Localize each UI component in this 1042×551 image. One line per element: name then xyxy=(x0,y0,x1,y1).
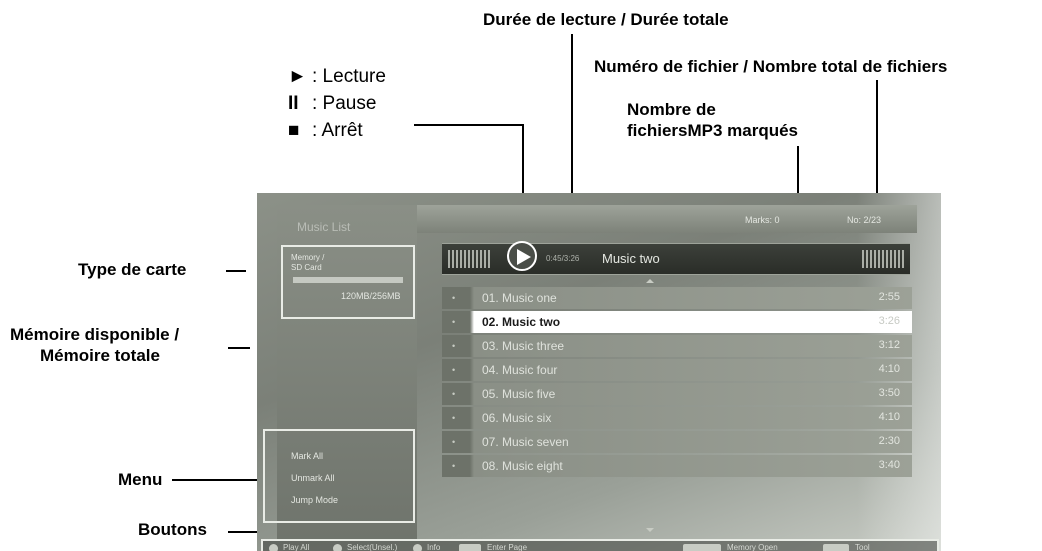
memory-button-icon[interactable] xyxy=(683,544,721,551)
menu-item-unmark-all[interactable]: Unmark All xyxy=(291,473,335,483)
track-row[interactable]: • 01. Music one 2:55 xyxy=(442,287,912,309)
legend-play: ►: Lecture xyxy=(288,66,386,88)
play-icon[interactable] xyxy=(507,241,537,271)
marks-count: Marks: 0 xyxy=(745,215,780,225)
tool-label: Tool xyxy=(855,543,870,551)
callout-marked-files-line1: Nombre de xyxy=(627,100,716,119)
callout-menu: Menu xyxy=(118,470,163,489)
stop-icon: ■ xyxy=(288,120,300,141)
menu-item-jump-mode[interactable]: Jump Mode xyxy=(291,495,338,505)
track-marker-icon: • xyxy=(452,413,456,423)
track-marker-icon: • xyxy=(452,437,456,447)
play-icon: ► xyxy=(288,66,307,87)
legend-pause: II : Pause xyxy=(288,93,376,115)
scroll-up-icon[interactable] xyxy=(646,279,654,283)
leader-file-number xyxy=(876,80,878,200)
equalizer-right xyxy=(862,250,904,268)
info-button-icon[interactable] xyxy=(413,544,422,551)
leader-card-type xyxy=(226,270,246,272)
legend-pause-label: : Pause xyxy=(312,93,377,114)
track-row[interactable]: • 07. Music seven 2:30 xyxy=(442,431,912,453)
callout-duration: Durée de lecture / Durée totale xyxy=(483,10,729,29)
track-marker-icon: • xyxy=(452,341,456,351)
scroll-down-icon[interactable] xyxy=(646,528,654,532)
callout-buttons: Boutons xyxy=(138,520,207,539)
track-name: 02. Music two xyxy=(482,315,561,329)
track-row[interactable]: • 08. Music eight 3:40 xyxy=(442,455,912,477)
track-name: 05. Music five xyxy=(482,387,556,401)
legend-stop-label: : Arrêt xyxy=(312,120,363,141)
track-row[interactable]: • 03. Music three 3:12 xyxy=(442,335,912,357)
track-list: • 01. Music one 2:55 • 02. Music two 3:26 • 03.… xyxy=(442,287,912,479)
select-label: Select(Unsel.) xyxy=(347,543,398,551)
callout-memory-line1: Mémoire disponible / xyxy=(10,325,180,344)
track-name: 04. Music four xyxy=(482,363,558,377)
track-duration: 2:55 xyxy=(878,291,900,303)
track-marker-icon: • xyxy=(452,461,456,471)
enter-button-icon[interactable] xyxy=(459,544,481,551)
menu-box: Mark All Unmark All Jump Mode xyxy=(263,429,415,523)
track-row[interactable]: • 05. Music five 3:50 xyxy=(442,383,912,405)
track-duration: 3:12 xyxy=(878,339,900,351)
memory-value: 120MB/256MB xyxy=(341,291,401,301)
track-marker-icon: • xyxy=(452,365,456,375)
card-type-line1: Memory / xyxy=(291,253,325,262)
memory-bar xyxy=(293,277,403,283)
legend-play-label: : Lecture xyxy=(312,66,386,87)
track-name: 01. Music one xyxy=(482,291,557,305)
now-playing-title: Music two xyxy=(602,251,660,266)
music-list-screen: Music List Marks: 0 No: 2/23 Memory / SD… xyxy=(257,193,941,551)
file-number: No: 2/23 xyxy=(847,215,882,225)
track-marker-icon: • xyxy=(452,317,456,327)
track-row[interactable]: • 02. Music two 3:26 xyxy=(442,311,912,333)
track-marker-icon: • xyxy=(452,389,456,399)
enter-page-label: Enter Page xyxy=(487,543,528,551)
track-duration: 4:10 xyxy=(878,363,900,375)
track-marker-icon: • xyxy=(452,293,456,303)
play-button-icon[interactable] xyxy=(269,544,278,551)
equalizer-left xyxy=(448,250,490,268)
track-name: 07. Music seven xyxy=(482,435,569,449)
card-type-line2: SD Card xyxy=(291,263,322,272)
track-duration: 3:50 xyxy=(878,387,900,399)
leader-memory xyxy=(228,347,250,349)
track-row[interactable]: • 06. Music six 4:10 xyxy=(442,407,912,429)
leader-marked xyxy=(797,146,799,200)
track-name: 03. Music three xyxy=(482,339,565,353)
select-button-icon[interactable] xyxy=(333,544,342,551)
play-all-label: Play All xyxy=(283,543,310,551)
callout-file-number: Numéro de fichier / Nombre total de fich… xyxy=(594,57,948,76)
track-duration: 3:26 xyxy=(878,315,900,327)
track-row[interactable]: • 04. Music four 4:10 xyxy=(442,359,912,381)
tool-button-icon[interactable] xyxy=(823,544,849,551)
info-label: Info xyxy=(427,543,441,551)
memory-open-label: Memory Open xyxy=(727,543,778,551)
menu-item-mark-all[interactable]: Mark All xyxy=(291,451,323,461)
top-bar: Marks: 0 No: 2/23 xyxy=(417,205,917,233)
callout-marked-files-line2: fichiersMP3 marqués xyxy=(627,121,799,140)
track-duration: 2:30 xyxy=(878,435,900,447)
pause-icon: II xyxy=(288,93,299,114)
track-duration: 3:40 xyxy=(878,459,900,471)
leader-menu xyxy=(172,479,264,481)
buttons-bar: Play All Select(Unsel.) Info Enter Page … xyxy=(261,539,939,551)
legend-stop: ■ : Arrêt xyxy=(288,120,363,142)
leader-state-h xyxy=(414,124,524,126)
track-name: 06. Music six xyxy=(482,411,552,425)
track-duration: 4:10 xyxy=(878,411,900,423)
leader-buttons xyxy=(228,531,258,533)
panel-title: Music List xyxy=(297,220,351,234)
playback-time: 0:45/3:26 xyxy=(546,254,580,263)
card-info-box: Memory / SD Card 120MB/256MB xyxy=(281,245,415,319)
track-name: 08. Music eight xyxy=(482,459,563,473)
callout-card-type: Type de carte xyxy=(78,260,187,279)
callout-memory-line2: Mémoire totale xyxy=(40,346,160,365)
